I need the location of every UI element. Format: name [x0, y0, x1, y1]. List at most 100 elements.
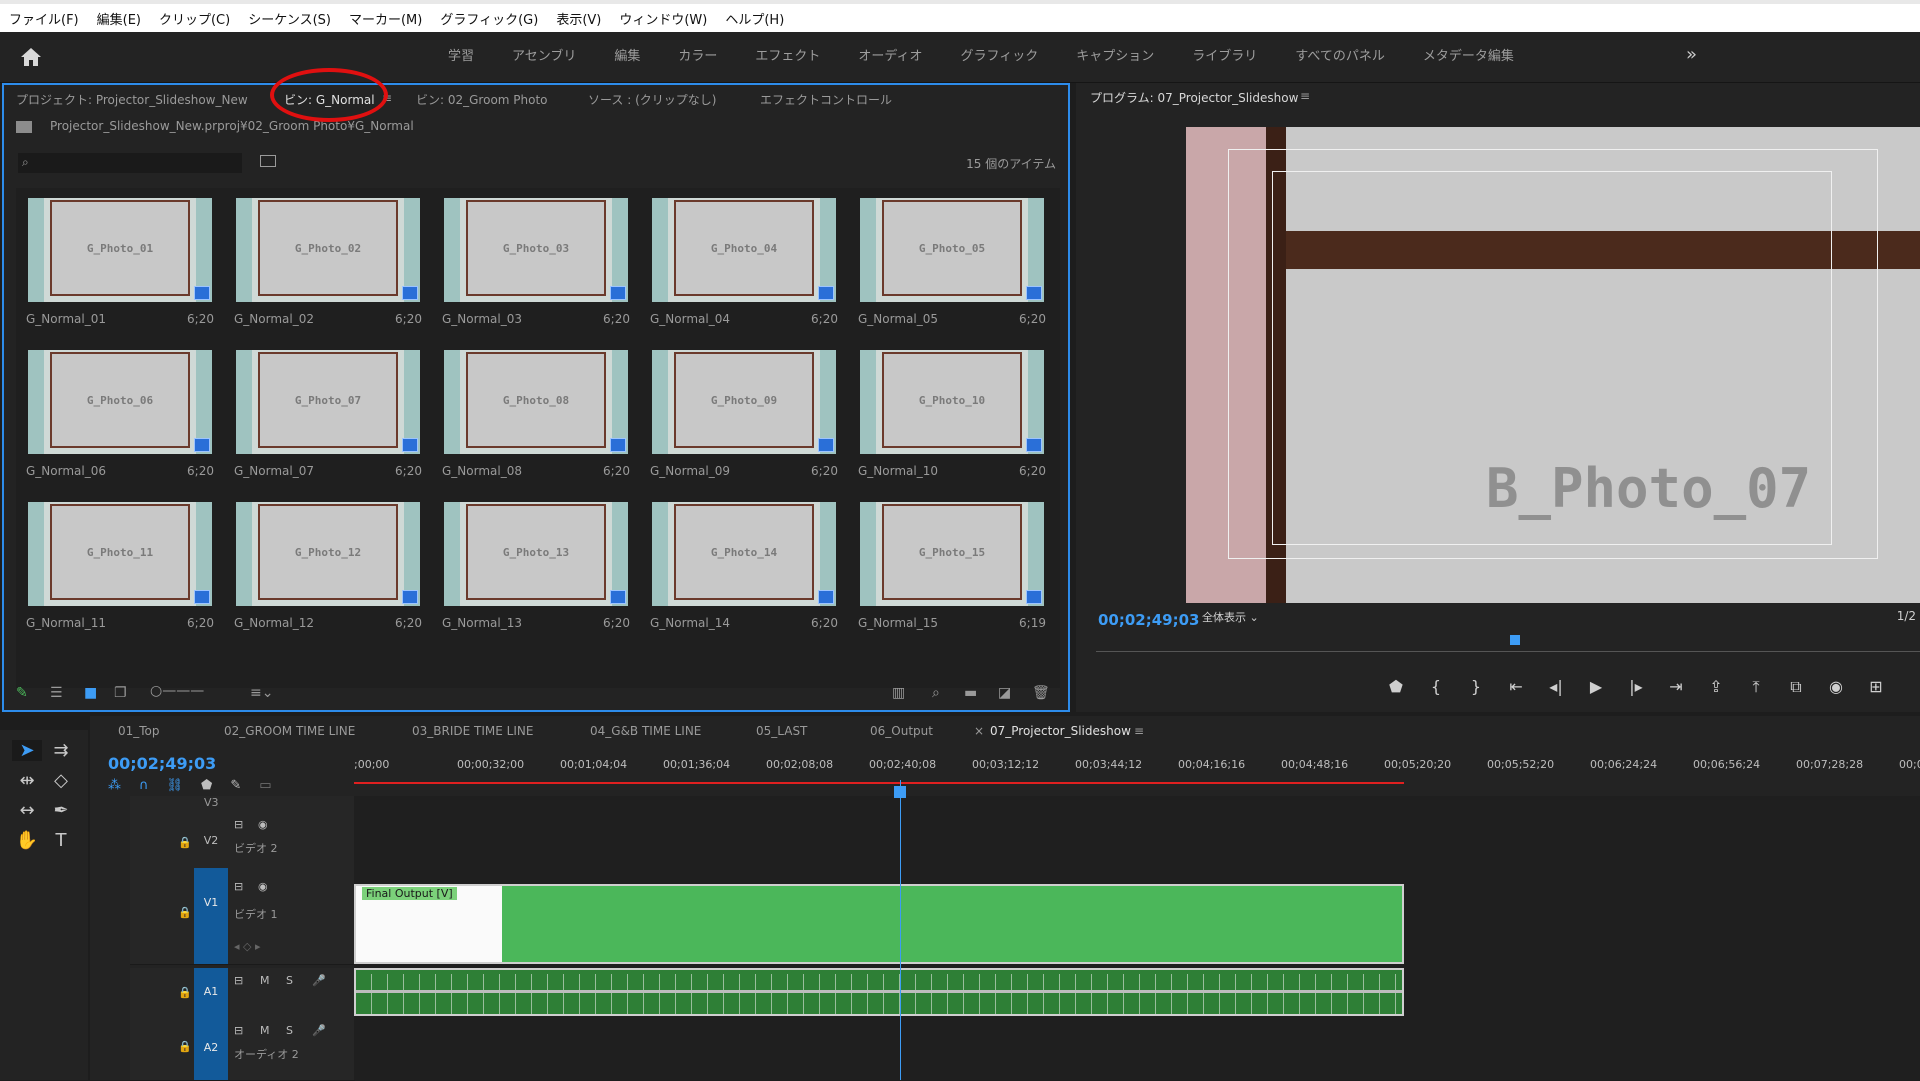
track-label[interactable]: V2 — [194, 834, 228, 847]
automate-to-sequence-icon[interactable]: ▥ — [892, 685, 905, 701]
keyframe-nav[interactable]: ◂ ◇ ▸ — [234, 940, 261, 953]
panel-menu-icon[interactable]: ≡ — [1300, 89, 1310, 103]
eye-icon[interactable]: ◉ — [258, 880, 268, 893]
track-select-tool-icon[interactable]: ⇉ — [46, 740, 76, 761]
snap-icon[interactable]: ∩ — [139, 778, 149, 793]
list-view-icon[interactable]: ☰ — [50, 685, 63, 701]
workspace-tab-all-panels[interactable]: すべてのパネル — [1295, 45, 1385, 64]
track-label[interactable]: V1 — [194, 868, 228, 964]
go-to-in-icon[interactable]: ⇤ — [1496, 677, 1536, 697]
workspace-tab-editing[interactable]: 編集 — [614, 45, 640, 64]
captions-icon[interactable]: ▭ — [259, 778, 271, 793]
new-item-icon[interactable]: ◪ — [998, 685, 1011, 701]
write-protect-icon[interactable]: ✎ — [16, 685, 28, 701]
audio-clip[interactable] — [354, 968, 1404, 1016]
bin-item[interactable]: G_Photo_01 G_Normal_01 6;20 — [16, 188, 222, 334]
bin-item[interactable]: G_Photo_07 G_Normal_07 6;20 — [224, 340, 430, 486]
razor-tool-icon[interactable]: ◇ — [46, 770, 76, 791]
tab-bin-groom-photo[interactable]: ビン: 02_Groom Photo — [416, 91, 548, 108]
menu-file[interactable]: ファイル(F) — [0, 9, 88, 28]
menu-clip[interactable]: クリップ(C) — [150, 9, 239, 28]
lock-icon[interactable]: 🔒 — [178, 986, 192, 999]
tab-source[interactable]: ソース : (クリップなし) — [588, 91, 716, 108]
mute-button[interactable]: M — [260, 974, 270, 987]
freeform-view-icon[interactable]: ❐ — [114, 685, 127, 701]
go-to-out-icon[interactable]: ⇥ — [1656, 677, 1696, 697]
program-timecode[interactable]: 00;02;49;03 — [1098, 611, 1200, 629]
bin-item[interactable]: G_Photo_02 G_Normal_02 6;20 — [224, 188, 430, 334]
resolution-dropdown[interactable]: 1/2 — [1897, 609, 1916, 623]
toggle-sync-icon[interactable]: ⊟ — [234, 880, 243, 893]
tab-seq-07-projector[interactable]: 07_Projector_Slideshow — [990, 724, 1131, 738]
workspace-tab-color[interactable]: カラー — [678, 45, 717, 64]
bin-item[interactable]: G_Photo_03 G_Normal_03 6;20 — [432, 188, 638, 334]
menu-sequence[interactable]: シーケンス(S) — [239, 9, 340, 28]
slip-tool-icon[interactable]: ↔ — [12, 800, 42, 821]
ripple-edit-tool-icon[interactable]: ⇹ — [12, 770, 42, 791]
track-label[interactable]: A2 — [194, 1016, 228, 1080]
export-frame-icon[interactable]: ◉ — [1816, 677, 1856, 697]
bin-item[interactable]: G_Photo_10 G_Normal_10 6;20 — [848, 340, 1054, 486]
toggle-sync-icon[interactable]: ⊟ — [234, 818, 243, 831]
pen-tool-icon[interactable]: ✒ — [46, 800, 76, 821]
workspace-tab-graphics[interactable]: グラフィック — [961, 45, 1039, 64]
timeline-timecode[interactable]: 00;02;49;03 — [108, 754, 216, 773]
toggle-sync-icon[interactable]: ⊟ — [234, 1024, 243, 1037]
tab-seq-02-groom[interactable]: 02_GROOM TIME LINE — [224, 724, 355, 738]
toggle-sync-icon[interactable]: ⊟ — [234, 974, 243, 987]
tab-project[interactable]: プロジェクト: Projector_Slideshow_New — [16, 91, 248, 108]
solo-button[interactable]: S — [286, 1024, 293, 1037]
menu-window[interactable]: ウィンドウ(W) — [610, 9, 716, 28]
step-back-icon[interactable]: ◂| — [1536, 677, 1576, 697]
folder-up-icon[interactable] — [16, 121, 32, 133]
menu-graphics[interactable]: グラフィック(G) — [431, 9, 547, 28]
solo-button[interactable]: S — [286, 974, 293, 987]
linked-selection-icon[interactable]: ⛓ — [167, 778, 184, 793]
nest-icon[interactable]: ⁂ — [108, 778, 121, 793]
find-icon[interactable]: ⌕ — [932, 685, 940, 701]
search-input[interactable]: ⌕ — [18, 153, 242, 173]
workspace-tab-learn[interactable]: 学習 — [448, 45, 474, 64]
workspace-tab-metadata[interactable]: メタデータ編集 — [1423, 45, 1514, 64]
panel-menu-icon[interactable]: ≡ — [1134, 724, 1144, 738]
mark-in-icon[interactable]: { — [1416, 677, 1456, 697]
workspace-more-icon[interactable]: » — [1686, 44, 1697, 65]
lift-icon[interactable]: ⇪ — [1696, 677, 1736, 697]
workspace-tab-assembly[interactable]: アセンブリ — [512, 45, 576, 64]
lock-icon[interactable]: 🔒 — [178, 906, 192, 919]
lock-icon[interactable]: 🔒 — [178, 1040, 192, 1053]
bin-item[interactable]: G_Photo_15 G_Normal_15 6;19 — [848, 492, 1054, 638]
timeline-playhead[interactable] — [900, 780, 901, 1080]
workspace-tab-captions[interactable]: キャプション — [1076, 45, 1154, 64]
fit-dropdown[interactable]: 全体表示 ⌄ — [1202, 609, 1292, 627]
new-bin-icon[interactable]: ▬ — [964, 685, 977, 701]
settings-wrench-icon[interactable]: ✎ — [230, 778, 241, 793]
mic-icon[interactable]: 🎤 — [312, 974, 326, 987]
workspace-tab-effects[interactable]: エフェクト — [755, 45, 820, 64]
zoom-slider[interactable]: ○——— — [150, 683, 204, 699]
extract-icon[interactable]: ⤒ — [1736, 677, 1776, 697]
bin-item[interactable]: G_Photo_09 G_Normal_09 6;20 — [640, 340, 846, 486]
clear-icon[interactable]: 🗑 — [1032, 685, 1050, 701]
program-mini-timeline[interactable] — [1096, 631, 1920, 652]
close-tab-icon[interactable]: × — [974, 724, 984, 738]
step-forward-icon[interactable]: |▸ — [1616, 677, 1656, 697]
tab-seq-01-top[interactable]: 01_Top — [118, 724, 160, 738]
bin-item[interactable]: G_Photo_12 G_Normal_12 6;20 — [224, 492, 430, 638]
track-label[interactable]: A1 — [194, 968, 228, 1016]
track-area[interactable]: Final Output [V] — [354, 796, 1920, 1080]
mark-out-icon[interactable]: } — [1456, 677, 1496, 697]
lock-icon[interactable]: 🔒 — [178, 836, 192, 849]
video-clip[interactable]: Final Output [V] — [354, 884, 1404, 964]
type-tool-icon[interactable]: T — [46, 830, 76, 851]
bin-item[interactable]: G_Photo_13 G_Normal_13 6;20 — [432, 492, 638, 638]
workspace-tab-libraries[interactable]: ライブラリ — [1192, 45, 1257, 64]
bin-item[interactable]: G_Photo_06 G_Normal_06 6;20 — [16, 340, 222, 486]
new-search-bin-icon[interactable] — [260, 155, 276, 167]
button-editor-icon[interactable]: ⊞ — [1856, 677, 1896, 697]
bin-item[interactable]: G_Photo_04 G_Normal_04 6;20 — [640, 188, 846, 334]
bin-item[interactable]: G_Photo_05 G_Normal_05 6;20 — [848, 188, 1054, 334]
bin-item[interactable]: G_Photo_14 G_Normal_14 6;20 — [640, 492, 846, 638]
tab-seq-04-gb[interactable]: 04_G&B TIME LINE — [590, 724, 701, 738]
bin-item[interactable]: G_Photo_11 G_Normal_11 6;20 — [16, 492, 222, 638]
